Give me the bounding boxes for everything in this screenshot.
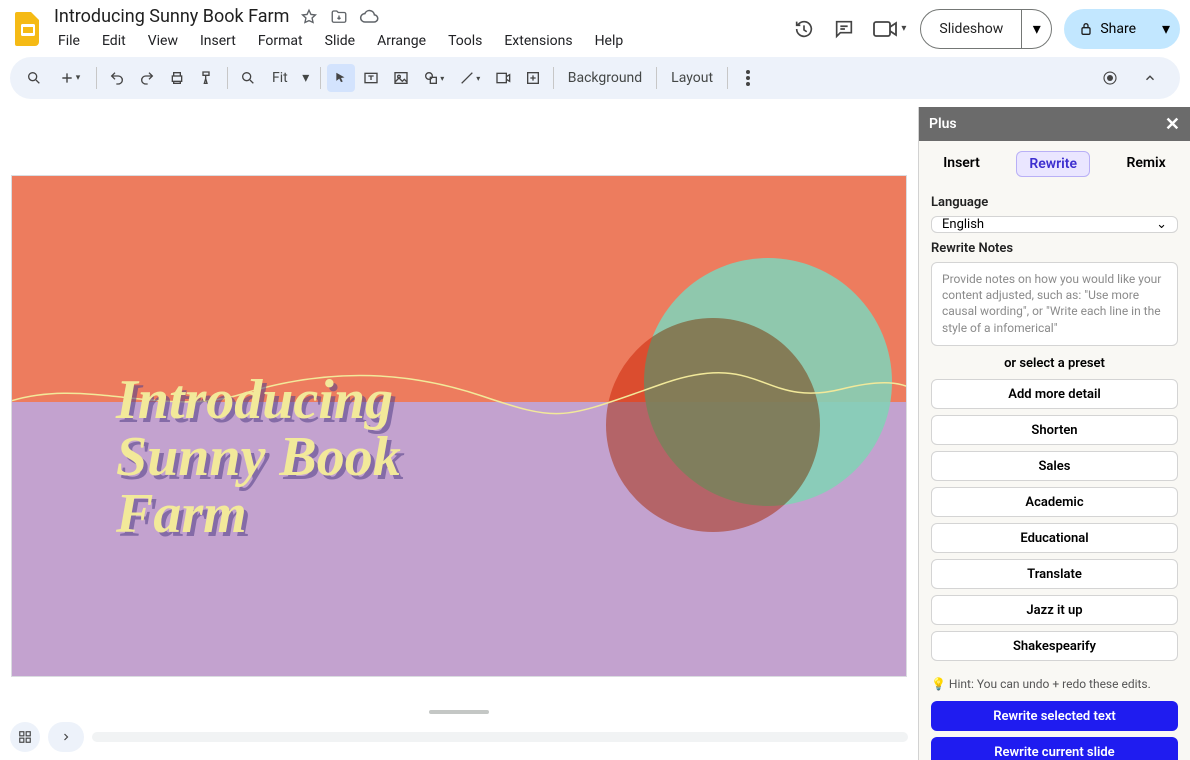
zoom-dropdown-icon[interactable]: ▾ bbox=[298, 64, 314, 92]
menu-tools[interactable]: Tools bbox=[444, 31, 486, 51]
select-tool-icon[interactable] bbox=[327, 64, 355, 92]
video-tool-icon[interactable] bbox=[489, 64, 517, 92]
app-header: Introducing Sunny Book Farm File Edit Vi… bbox=[0, 0, 1190, 53]
close-icon[interactable]: ✕ bbox=[1165, 114, 1180, 135]
menu-edit[interactable]: Edit bbox=[98, 31, 130, 51]
history-icon[interactable] bbox=[790, 15, 818, 43]
preset-add-more-detail[interactable]: Add more detail bbox=[931, 379, 1178, 409]
language-select[interactable]: English ⌄ bbox=[931, 216, 1178, 233]
panel-tabs: Insert Rewrite Remix bbox=[919, 141, 1190, 187]
preset-jazz-it-up[interactable]: Jazz it up bbox=[931, 595, 1178, 625]
insert-tool-icon[interactable] bbox=[519, 64, 547, 92]
background-button[interactable]: Background bbox=[560, 70, 650, 86]
doc-title[interactable]: Introducing Sunny Book Farm bbox=[54, 6, 289, 27]
move-icon[interactable] bbox=[329, 7, 349, 27]
preset-label: or select a preset bbox=[931, 356, 1178, 371]
slides-logo bbox=[10, 11, 46, 47]
print-icon[interactable] bbox=[163, 64, 191, 92]
menu-view[interactable]: View bbox=[144, 31, 182, 51]
rewrite-current-slide-button[interactable]: Rewrite current slide bbox=[931, 737, 1178, 760]
menu-insert[interactable]: Insert bbox=[196, 31, 240, 51]
slide-circle-shape[interactable] bbox=[606, 318, 820, 532]
slideshow-dropdown[interactable]: ▾ bbox=[1021, 10, 1051, 48]
shape-tool-icon[interactable]: ▾ bbox=[417, 64, 451, 92]
hint-text: 💡 Hint: You can undo + redo these edits. bbox=[931, 677, 1178, 691]
chevron-down-icon: ⌄ bbox=[1156, 217, 1167, 232]
rewrite-selected-button[interactable]: Rewrite selected text bbox=[931, 701, 1178, 731]
language-label: Language bbox=[931, 195, 1178, 210]
redo-icon[interactable] bbox=[133, 64, 161, 92]
slideshow-group: Slideshow ▾ bbox=[920, 9, 1052, 49]
menu-format[interactable]: Format bbox=[254, 31, 307, 51]
line-tool-icon[interactable]: ▾ bbox=[453, 64, 487, 92]
language-value: English bbox=[942, 217, 984, 232]
paint-format-icon[interactable] bbox=[193, 64, 221, 92]
menu-arrange[interactable]: Arrange bbox=[373, 31, 430, 51]
share-group: Share ▾ bbox=[1064, 9, 1180, 49]
record-icon[interactable] bbox=[1096, 64, 1124, 92]
zoom-icon[interactable] bbox=[234, 64, 262, 92]
share-button[interactable]: Share bbox=[1064, 9, 1152, 49]
image-tool-icon[interactable] bbox=[387, 64, 415, 92]
comment-icon[interactable] bbox=[830, 15, 858, 43]
search-menu-icon[interactable] bbox=[20, 64, 48, 92]
menu-extensions[interactable]: Extensions bbox=[500, 31, 576, 51]
tab-insert[interactable]: Insert bbox=[931, 151, 992, 177]
share-dropdown[interactable]: ▾ bbox=[1152, 9, 1180, 49]
textbox-tool-icon[interactable] bbox=[357, 64, 385, 92]
more-icon[interactable] bbox=[734, 64, 762, 92]
menubar: File Edit View Insert Format Slide Arran… bbox=[54, 29, 782, 51]
preset-sales[interactable]: Sales bbox=[931, 451, 1178, 481]
collapse-toolbar-icon[interactable] bbox=[1136, 64, 1164, 92]
panel-title: Plus bbox=[929, 116, 957, 132]
slideshow-button[interactable]: Slideshow bbox=[921, 10, 1021, 48]
toolbar: ▾ Fit ▾ ▾ ▾ Background Layout bbox=[10, 57, 1180, 99]
tab-rewrite[interactable]: Rewrite bbox=[1016, 151, 1090, 177]
rewrite-notes-input[interactable]: Provide notes on how you would like your… bbox=[931, 262, 1178, 346]
preset-academic[interactable]: Academic bbox=[931, 487, 1178, 517]
new-slide-icon[interactable]: ▾ bbox=[50, 64, 90, 92]
tab-remix[interactable]: Remix bbox=[1114, 151, 1177, 177]
bottom-bar bbox=[0, 714, 918, 760]
menu-slide[interactable]: Slide bbox=[321, 31, 359, 51]
preset-shakespearify[interactable]: Shakespearify bbox=[931, 631, 1178, 661]
cloud-status-icon[interactable] bbox=[359, 7, 379, 27]
grid-view-icon[interactable] bbox=[10, 722, 40, 752]
preset-educational[interactable]: Educational bbox=[931, 523, 1178, 553]
meet-icon[interactable]: ▾ bbox=[870, 15, 908, 43]
menu-file[interactable]: File bbox=[54, 31, 84, 51]
filmstrip-scroll[interactable] bbox=[92, 730, 908, 744]
preset-translate[interactable]: Translate bbox=[931, 559, 1178, 589]
undo-icon[interactable] bbox=[103, 64, 131, 92]
preset-shorten[interactable]: Shorten bbox=[931, 415, 1178, 445]
share-label: Share bbox=[1100, 21, 1136, 37]
slide-canvas[interactable]: Introducing Sunny Book Farm bbox=[11, 175, 907, 677]
next-slide-icon[interactable] bbox=[48, 722, 84, 752]
layout-button[interactable]: Layout bbox=[663, 70, 721, 86]
menu-help[interactable]: Help bbox=[591, 31, 628, 51]
notes-label: Rewrite Notes bbox=[931, 241, 1178, 256]
star-icon[interactable] bbox=[299, 7, 319, 27]
zoom-value[interactable]: Fit bbox=[264, 70, 296, 86]
slide-title-text[interactable]: Introducing Sunny Book Farm bbox=[116, 372, 401, 543]
plus-side-panel: Plus ✕ Insert Rewrite Remix Language Eng… bbox=[918, 107, 1190, 760]
